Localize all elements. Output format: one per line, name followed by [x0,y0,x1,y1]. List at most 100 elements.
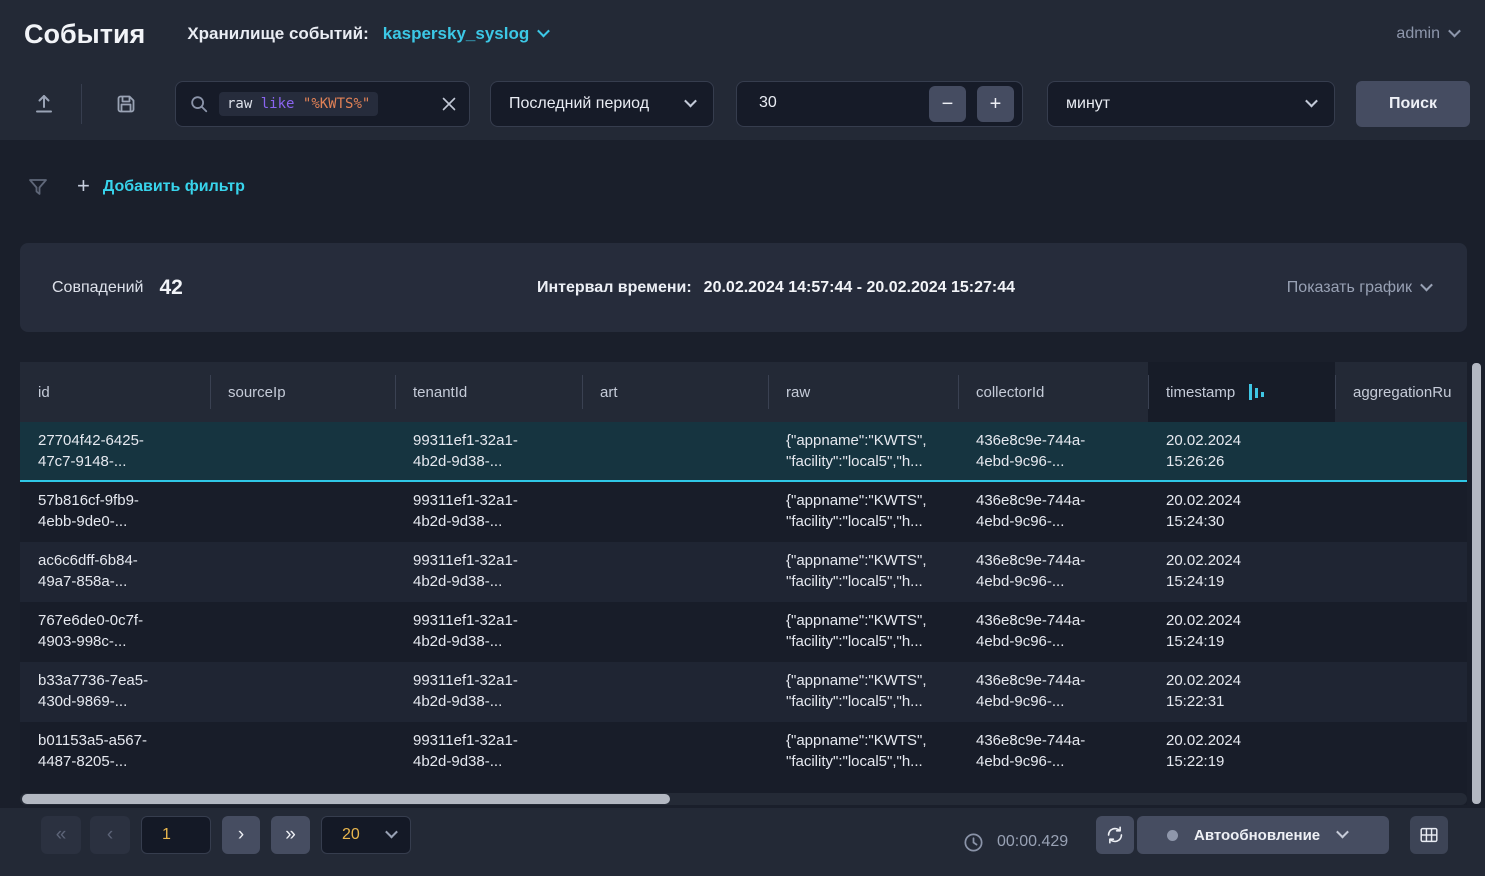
cell-aggregationru [1335,542,1467,602]
user-menu[interactable]: admin [1396,25,1459,43]
column-header-tenantid[interactable]: tenantId [395,362,582,422]
cell-collectorid: 436e8c9e-744a- 4ebd-9c96-... [958,422,1148,480]
save-query-button[interactable] [106,84,146,124]
cell-sourceip [210,542,395,602]
table-row[interactable]: b01153a5-a567- 4487-8205-... 99311ef1-32a… [20,722,1467,782]
cell-id: 767e6de0-0c7f- 4903-998c-... [20,602,210,662]
column-settings-button[interactable] [1410,816,1448,854]
clear-search-button[interactable] [429,97,456,111]
cell-id: 27704f42-6425- 47c7-9148-... [20,422,210,480]
decrement-button[interactable]: − [929,86,966,122]
cell-aggregationru [1335,662,1467,722]
column-header-id[interactable]: id [20,362,210,422]
vertical-scrollbar-thumb[interactable] [1472,363,1481,804]
cell-collectorid: 436e8c9e-744a- 4ebd-9c96-... [958,602,1148,662]
cell-raw: {"appname":"KWTS", "facility":"local5","… [768,602,958,662]
horizontal-scrollbar[interactable] [20,793,1467,805]
cell-id: 57b816cf-9fb9- 4ebb-9de0-... [20,482,210,542]
save-icon [114,92,138,116]
period-amount-value: 30 [759,94,777,112]
query-field: raw [227,96,252,112]
cell-timestamp: 20.02.2024 15:24:19 [1148,602,1335,662]
cell-art [582,602,768,662]
refresh-button[interactable] [1096,816,1134,854]
user-name: admin [1396,25,1440,43]
page-size-select[interactable]: 20 [321,816,411,854]
unit-select[interactable]: минут [1047,81,1335,127]
chevron-down-icon [1420,278,1433,291]
cell-timestamp: 20.02.2024 15:26:26 [1148,422,1335,480]
column-header-sourceip[interactable]: sourceIp [210,362,395,422]
add-filter-button[interactable]: + Добавить фильтр [77,175,245,199]
interval-value: 20.02.2024 14:57:44 - 20.02.2024 15:27:4… [704,279,1015,297]
cell-raw: {"appname":"KWTS", "facility":"local5","… [768,662,958,722]
query-timer: 00:00.429 [962,808,1068,876]
increment-button[interactable]: + [977,86,1014,122]
cell-id: ac6c6dff-6b84- 49a7-858a-... [20,542,210,602]
cell-collectorid: 436e8c9e-744a- 4ebd-9c96-... [958,722,1148,782]
prev-page-button[interactable]: ‹ [90,816,130,854]
table-row[interactable]: 57b816cf-9fb9- 4ebb-9de0-... 99311ef1-32a… [20,482,1467,542]
cell-aggregationru [1335,422,1467,480]
cell-raw: {"appname":"KWTS", "facility":"local5","… [768,542,958,602]
search-input[interactable]: raw like "%KWTS%" [175,81,470,127]
cell-id: b01153a5-a567- 4487-8205-... [20,722,210,782]
chevron-down-icon [537,25,550,38]
add-filter-label: Добавить фильтр [103,178,245,196]
page-size-value: 20 [342,826,360,844]
table-row[interactable]: 767e6de0-0c7f- 4903-998c-... 99311ef1-32a… [20,602,1467,662]
table-row[interactable]: 27704f42-6425- 47c7-9148-... 99311ef1-32a… [20,422,1467,482]
cell-aggregationru [1335,602,1467,662]
table-row[interactable]: b33a7736-7ea5- 430d-9869-...99311ef1-32a… [20,662,1467,722]
period-select[interactable]: Последний период [490,81,714,127]
interval-group: Интервал времени: 20.02.2024 14:57:44 - … [537,243,1015,332]
show-chart-button[interactable]: Показать график [1287,243,1431,332]
chevron-down-icon [1305,95,1318,108]
cell-art [582,722,768,782]
results-summary: Совпадений 42 Интервал времени: 20.02.20… [20,243,1467,332]
first-page-button[interactable]: « [41,816,81,854]
cell-tenantid: 99311ef1-32a1- 4b2d-9d38-... [395,722,582,782]
cell-tenantid: 99311ef1-32a1- 4b2d-9d38-... [395,602,582,662]
column-header-art[interactable]: art [582,362,768,422]
cell-tenantid: 99311ef1-32a1- 4b2d-9d38-... [395,422,582,480]
horizontal-scrollbar-thumb[interactable] [22,794,670,804]
vertical-scrollbar[interactable] [1472,363,1481,804]
cell-collectorid: 436e8c9e-744a- 4ebd-9c96-... [958,482,1148,542]
autoupdate-button[interactable]: Автообновление [1137,816,1389,854]
storage-select[interactable]: kaspersky_syslog [383,24,549,44]
plus-icon: + [77,173,90,199]
column-header-collectorid[interactable]: collectorId [958,362,1148,422]
cell-raw: {"appname":"KWTS", "facility":"local5","… [768,722,958,782]
autoupdate-status-dot [1167,830,1178,841]
column-header-aggregationrule[interactable]: aggregationRu [1335,362,1467,422]
storage-label: Хранилище событий: [187,24,368,44]
column-header-raw[interactable]: raw [768,362,958,422]
cell-collectorid: 436e8c9e-744a- 4ebd-9c96-... [958,542,1148,602]
close-icon [442,97,456,111]
next-page-button[interactable]: › [222,816,260,854]
last-page-button[interactable]: » [271,816,310,854]
table-row[interactable]: ac6c6dff-6b84- 49a7-858a-... 99311ef1-32a… [20,542,1467,602]
period-amount-stepper[interactable]: 30 − + [736,81,1023,127]
autoupdate-label: Автообновление [1194,827,1320,844]
cell-art [582,422,768,480]
export-button[interactable] [24,84,64,124]
chevron-down-icon [684,95,697,108]
page-title: События [24,19,145,50]
cell-id: b33a7736-7ea5- 430d-9869-... [20,662,210,722]
app-header: События Хранилище событий: kaspersky_sys… [0,0,1485,68]
column-header-timestamp-label: timestamp [1166,384,1235,401]
matches-group: Совпадений 42 [52,243,183,332]
column-header-timestamp[interactable]: timestamp [1148,362,1335,422]
search-button[interactable]: Поиск [1356,81,1470,127]
matches-label: Совпадений [52,279,143,297]
unit-select-value: минут [1066,95,1110,113]
events-page: События Хранилище событий: kaspersky_sys… [0,0,1485,876]
matches-count: 42 [159,276,182,300]
table-header-row: id sourceIp tenantId art raw collectorId… [20,362,1467,422]
cell-tenantid: 99311ef1-32a1- 4b2d-9d38-... [395,542,582,602]
page-number-input[interactable] [141,816,211,854]
events-table: id sourceIp tenantId art raw collectorId… [20,362,1467,805]
cell-tenantid: 99311ef1-32a1- 4b2d-9d38-... [395,482,582,542]
